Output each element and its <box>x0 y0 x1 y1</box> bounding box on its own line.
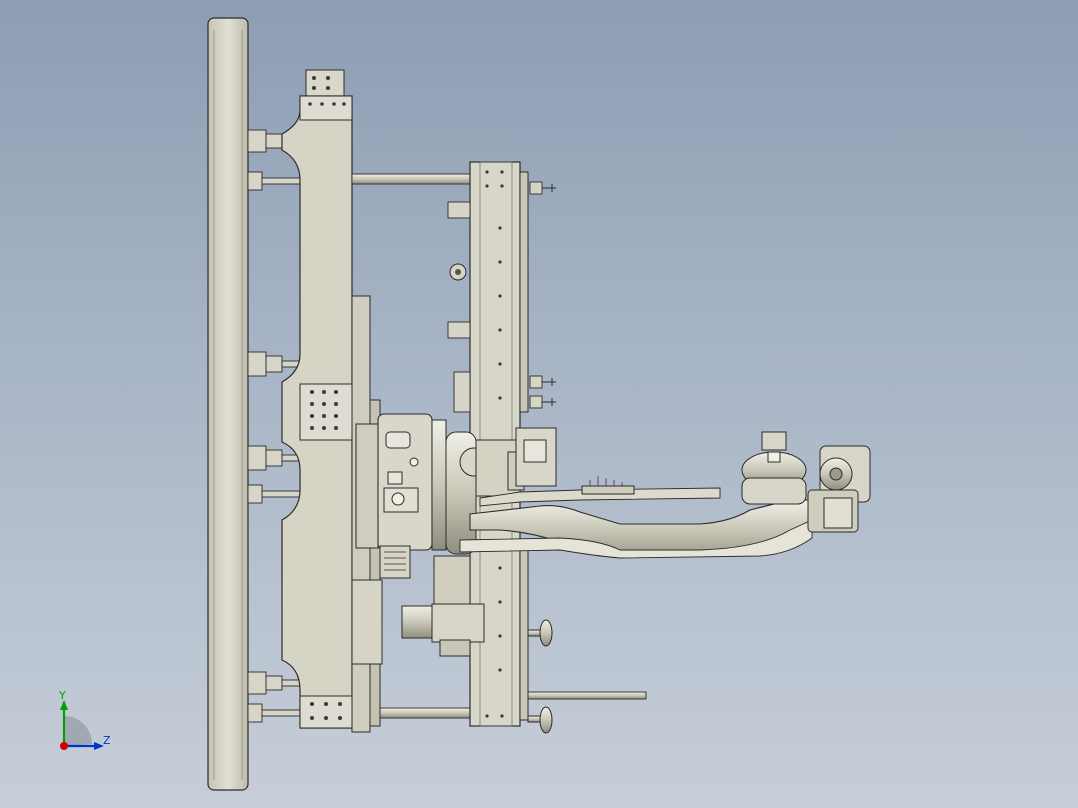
x-axis-dot <box>60 742 68 750</box>
z-axis-label: Z <box>103 734 111 747</box>
column-small-bolts <box>542 184 556 406</box>
y-axis-label: Y <box>58 689 66 702</box>
base-plate <box>207 17 249 791</box>
stud-7 <box>247 703 301 723</box>
cad-model-view: Y Z <box>58 17 871 791</box>
vertical-beam <box>281 69 353 729</box>
column-boss-hole <box>455 269 461 275</box>
stud-6 <box>247 671 303 695</box>
stud-2 <box>247 171 301 191</box>
cad-viewport[interactable]: Y Z <box>0 0 1078 808</box>
axis-triad: Y Z <box>58 689 111 750</box>
triad-quadrant <box>64 716 92 746</box>
stud-5 <box>247 484 301 504</box>
adjust-knobs <box>527 619 553 734</box>
